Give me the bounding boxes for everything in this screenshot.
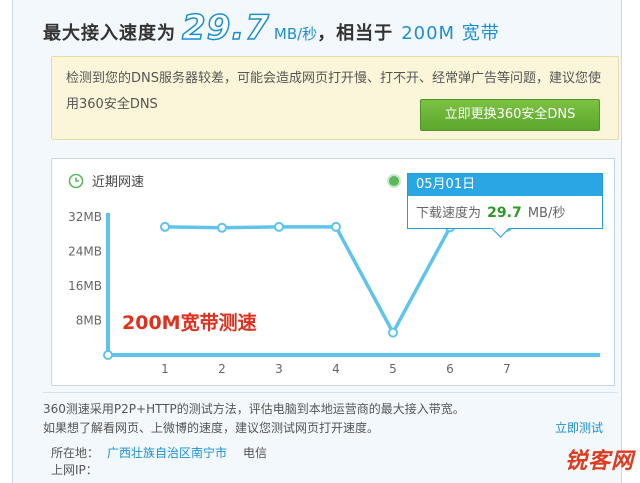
speed-tooltip: 05月01日 下载速度为 29.7 MB/秒 [407, 173, 603, 238]
max-speed-unit: MB/秒 [273, 25, 318, 43]
test-info: 360测速采用P2P+HTTP的测试方法，评估电脑到本地运营商的最大接入带宽。 … [43, 400, 613, 438]
x-tick-label: 7 [503, 362, 511, 376]
y-tick-label: 8MB [76, 314, 102, 328]
tooltip-date: 05月01日 [408, 174, 602, 196]
clock-icon [68, 173, 84, 188]
ip-label: 上网IP： [51, 463, 98, 477]
max-speed-label: 最大接入速度为 [43, 23, 176, 44]
speedtest-window: 最大接入速度为 29.7 MB/秒 ，相当于 200M 宽带 检测到您的DNS服… [12, 0, 622, 483]
info-line-2-row: 如果想了解看网页、上微博的速度，建议您测试网页打开速度。 立即测试 [43, 419, 613, 438]
isp-value: 电信 [243, 446, 268, 460]
location-row: 所在地： 广西壮族自治区南宁市 电信 [51, 445, 267, 462]
location-label: 所在地： [51, 446, 100, 460]
dns-warning-box: 检测到您的DNS服务器较差，可能会造成网页打开慢、打不开、经常弹广告等问题，建议… [51, 56, 619, 140]
info-line-1: 360测速采用P2P+HTTP的测试方法，评估电脑到本地运营商的最大接入带宽。 [43, 402, 465, 416]
switch-dns-button[interactable]: 立即更换360安全DNS [420, 99, 600, 131]
data-point [160, 221, 170, 232]
tooltip-value: 29.7 [487, 205, 522, 221]
recent-speed-header: 近期网速 [68, 171, 144, 190]
x-tick-label: 3 [275, 362, 283, 376]
x-tick-label: 1 [161, 362, 169, 376]
overlay-title: 200M宽带测速 [122, 311, 257, 334]
watermark-text: 锐客网 [564, 448, 634, 473]
x-tick-label: 6 [446, 362, 454, 376]
y-tick-label: 24MB [68, 245, 102, 259]
y-tick-label: 16MB [68, 279, 102, 293]
equivalent-label: ，相当于 [317, 23, 394, 44]
data-point [217, 222, 227, 233]
legend-dot-icon [387, 174, 401, 188]
data-point [274, 221, 284, 232]
location-info: 所在地： 广西壮族自治区南宁市 电信 上网IP： [51, 445, 267, 479]
recent-speed-title: 近期网速 [92, 175, 145, 190]
data-point [388, 327, 398, 338]
info-line-2: 如果想了解看网页、上微博的速度，建议您测试网页打开速度。 [43, 421, 380, 435]
ip-row: 上网IP： [51, 462, 267, 479]
tooltip-body: 下载速度为 29.7 MB/秒 [408, 196, 602, 221]
y-tick-label: 32MB [68, 210, 102, 224]
recent-speed-panel: 8MB 16MB 24MB 32MB 1 2 3 4 5 6 7 200M宽带测速 近期网速 05月0… [51, 158, 615, 386]
max-speed-value: 29.7 [181, 7, 270, 49]
x-tick-label: 5 [389, 362, 397, 376]
retest-link[interactable]: 立即测试 [555, 419, 603, 438]
section-divider [43, 392, 617, 393]
axis-origin-dot [103, 350, 113, 360]
watermark-logo: 锐客网 [565, 443, 634, 475]
max-speed-summary: 最大接入速度为 29.7 MB/秒 ，相当于 200M 宽带 [43, 7, 500, 49]
bandwidth-value: 200M 宽带 [401, 23, 500, 44]
data-point [331, 221, 341, 232]
x-tick-label: 4 [332, 362, 340, 376]
x-tick-label: 2 [218, 362, 226, 376]
location-value[interactable]: 广西壮族自治区南宁市 [107, 446, 227, 460]
tooltip-unit: MB/秒 [527, 206, 566, 221]
tooltip-label: 下载速度为 [416, 206, 482, 221]
